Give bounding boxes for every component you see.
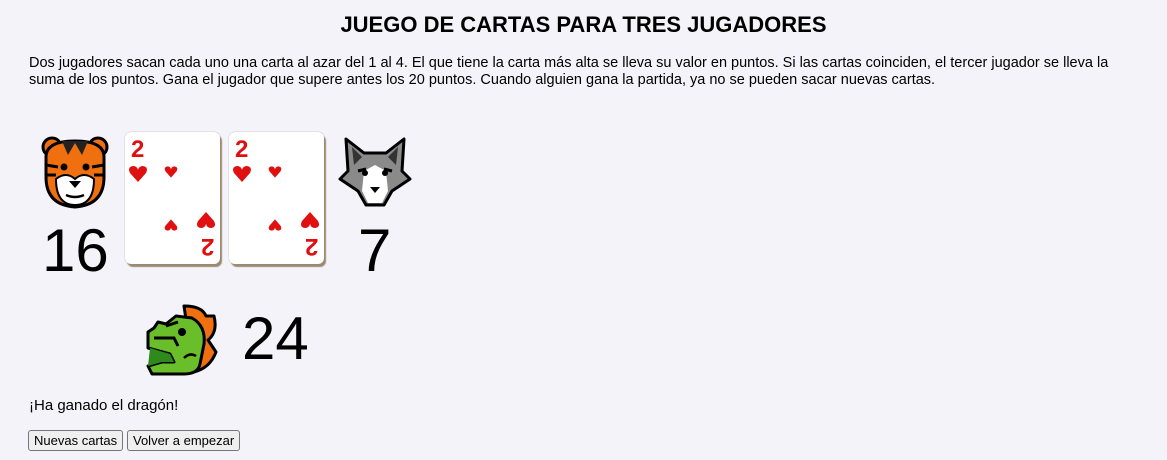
wolf-score: 7 — [358, 217, 392, 284]
heart-icon — [164, 166, 178, 178]
heart-icon — [197, 212, 215, 228]
tiger-score: 16 — [42, 217, 109, 284]
card-rank: 2 — [235, 136, 249, 163]
card-rank: 2 — [131, 136, 145, 163]
dragon-icon — [146, 304, 218, 376]
heart-icon — [233, 166, 251, 182]
heart-icon — [268, 219, 282, 231]
card-rank: 2 — [304, 233, 318, 260]
heart-icon — [129, 166, 147, 182]
wolf-icon — [338, 137, 412, 207]
card-rank: 2 — [200, 233, 214, 260]
status-message: ¡Ha ganado el dragón! — [29, 397, 179, 414]
heart-icon — [301, 212, 319, 228]
tiger-icon — [41, 136, 109, 209]
heart-icon — [268, 166, 282, 178]
restart-button[interactable]: Volver a empezar — [127, 430, 241, 451]
playing-card: 2 2 — [229, 132, 324, 264]
playing-card: 2 2 — [125, 132, 220, 264]
dragon-score: 24 — [242, 305, 309, 372]
rules-description: Dos jugadores sacan cada uno una carta a… — [29, 55, 1109, 88]
new-cards-button[interactable]: Nuevas cartas — [28, 430, 124, 451]
heart-icon — [164, 219, 178, 231]
page-title: JUEGO DE CARTAS PARA TRES JUGADORES — [340, 12, 827, 37]
